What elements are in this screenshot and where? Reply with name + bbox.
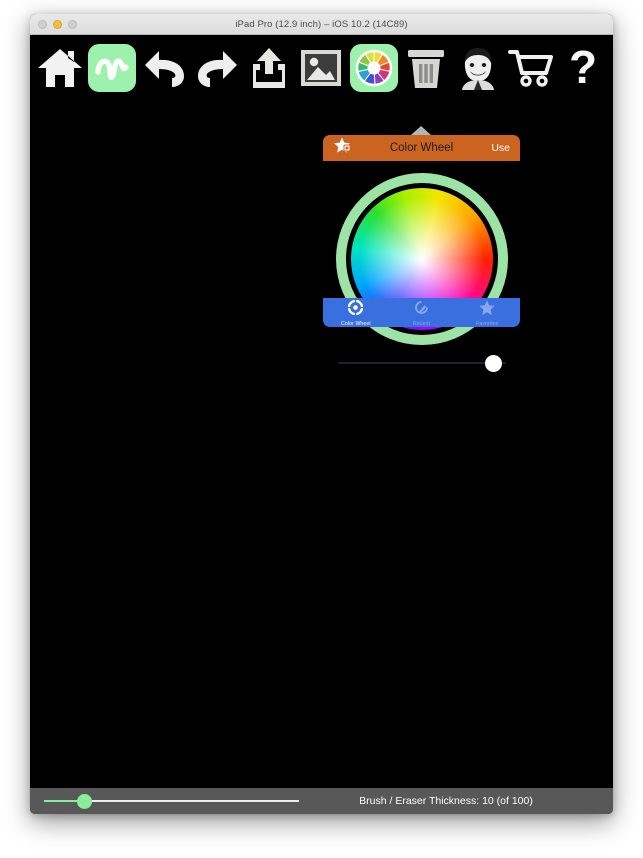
home-icon xyxy=(37,47,83,89)
status-bar: Brush / Eraser Thickness: 10 (of 100) xyxy=(30,788,613,814)
thickness-slider-thumb[interactable] xyxy=(77,794,92,809)
toolbar-item-about[interactable] xyxy=(453,42,503,94)
brightness-slider-thumb[interactable] xyxy=(484,355,502,372)
tab-recent-label: Recent xyxy=(412,321,431,327)
brightness-slider[interactable] xyxy=(336,353,508,373)
tab-favorites[interactable]: Favorites xyxy=(454,298,520,327)
toolbar-item-undo[interactable] xyxy=(140,42,190,94)
tab-favorites-label: Favorites xyxy=(476,321,499,327)
simulator-window: iPad Pro (12.9 inch) – iOS 10.2 (14C89) xyxy=(30,14,613,814)
face-avatar-icon xyxy=(457,46,500,90)
popover-header: Color Wheel Use xyxy=(323,135,520,161)
thickness-track-remaining xyxy=(88,800,299,802)
app-toolbar: ? xyxy=(30,35,613,101)
color-wheel-tab-icon xyxy=(348,299,364,320)
toolbar-item-redo[interactable] xyxy=(192,42,242,94)
brush-thickness-slider[interactable] xyxy=(44,791,299,811)
trash-icon xyxy=(406,47,446,89)
tab-recent[interactable]: Recent xyxy=(389,298,455,327)
minimize-button[interactable] xyxy=(53,20,62,29)
maximize-button[interactable] xyxy=(68,20,77,29)
color-wheel-selected-chip xyxy=(349,44,398,92)
help-question-icon: ? xyxy=(565,45,601,91)
brightness-slider-track xyxy=(337,362,506,364)
color-wheel-popover: Color Wheel Use Color Wheel Recent Favor… xyxy=(323,126,520,372)
toolbar-item-delete[interactable] xyxy=(401,42,451,94)
brush-selected-chip xyxy=(88,44,137,92)
window-titlebar[interactable]: iPad Pro (12.9 inch) – iOS 10.2 (14C89) xyxy=(30,14,613,35)
toolbar-item-color-wheel[interactable] xyxy=(349,42,399,94)
toolbar-item-brush[interactable] xyxy=(87,42,137,94)
popover-body: Color Wheel Recent Favorites xyxy=(323,161,520,372)
photo-icon xyxy=(300,49,342,87)
star-icon xyxy=(479,300,495,320)
use-button[interactable]: Use xyxy=(491,142,510,154)
undo-icon xyxy=(142,48,188,88)
toolbar-item-store[interactable] xyxy=(506,42,556,94)
toolbar-item-home[interactable] xyxy=(35,42,85,94)
redo-icon xyxy=(194,48,240,88)
traffic-lights xyxy=(38,20,77,29)
star-add-icon[interactable] xyxy=(333,137,353,160)
recent-pencil-icon xyxy=(414,300,429,320)
device-screen: ? Color Wheel Use Color Wheel Recent Fav… xyxy=(30,35,613,788)
brush-squiggle-icon xyxy=(94,53,130,83)
window-title: iPad Pro (12.9 inch) – iOS 10.2 (14C89) xyxy=(235,18,408,30)
toolbar-item-photos[interactable] xyxy=(296,42,346,94)
tab-color-wheel[interactable]: Color Wheel xyxy=(323,298,389,327)
toolbar-item-help[interactable]: ? xyxy=(558,42,608,94)
close-button[interactable] xyxy=(38,20,47,29)
screenshot-root: iPad Pro (12.9 inch) – iOS 10.2 (14C89) xyxy=(0,0,643,858)
share-icon xyxy=(248,46,290,90)
color-wheel-icon xyxy=(355,49,393,87)
cart-icon xyxy=(507,48,554,88)
popover-tabbar: Color Wheel Recent Favorites xyxy=(323,298,520,327)
thickness-status-text: Brush / Eraser Thickness: 10 (of 100) xyxy=(359,795,533,807)
tab-color-wheel-label: Color Wheel xyxy=(341,321,371,327)
toolbar-item-share[interactable] xyxy=(244,42,294,94)
svg-text:?: ? xyxy=(569,45,597,91)
popover-notch xyxy=(411,126,431,135)
